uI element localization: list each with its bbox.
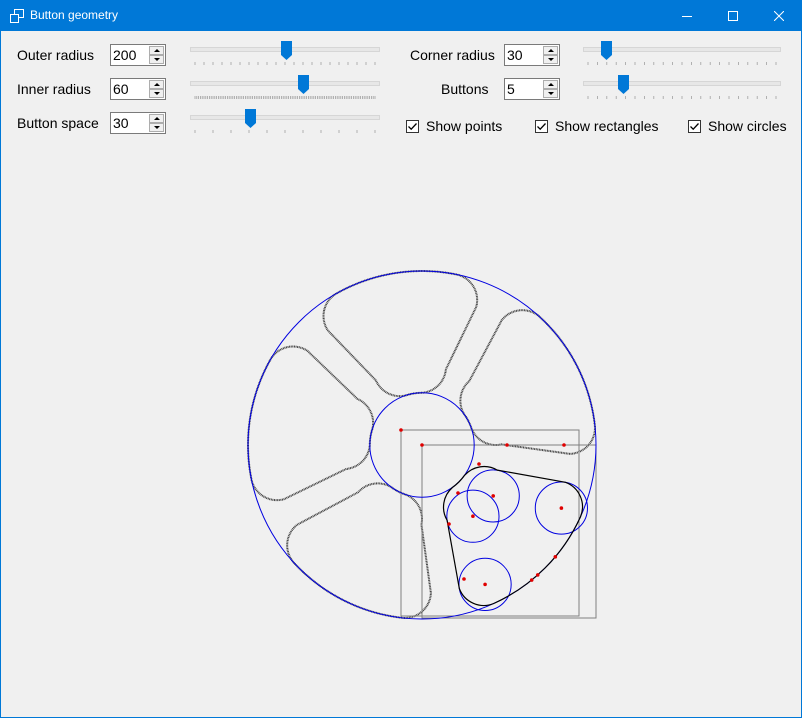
tangent-point <box>553 555 558 559</box>
button-outline <box>247 345 375 502</box>
tangent-point <box>529 578 534 582</box>
center-point <box>491 494 496 498</box>
button-outline <box>442 465 584 607</box>
button-outline <box>322 270 479 398</box>
tangent-point <box>420 443 424 447</box>
tangent-point <box>462 577 466 581</box>
button-outline <box>286 482 432 619</box>
tangent-point <box>562 443 566 447</box>
tangent-point <box>505 443 509 447</box>
button-outline <box>459 309 596 455</box>
tangent-point <box>399 428 403 432</box>
tangent-point <box>456 491 460 495</box>
center-point <box>471 514 475 519</box>
button-rectangle <box>421 444 597 619</box>
tangent-point <box>535 573 540 577</box>
tangent-point <box>447 522 451 526</box>
geometry-canvas <box>247 270 597 620</box>
center-point <box>559 506 564 510</box>
center-point <box>483 582 487 587</box>
tangent-point <box>477 462 481 466</box>
bounding-rectangle <box>400 429 580 617</box>
